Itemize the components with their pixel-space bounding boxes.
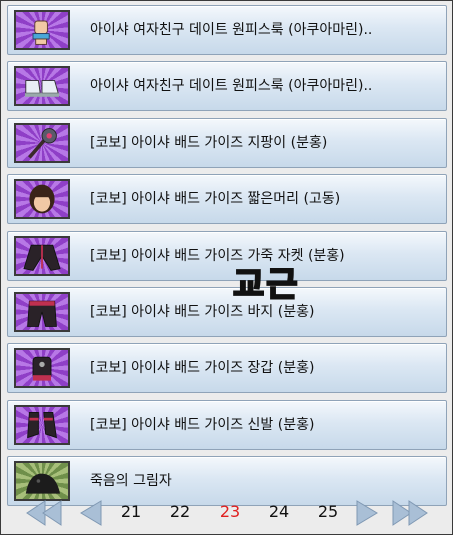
item-list-panel: 아이샤 여자친구 데이트 원피스룩 (아쿠아마린).. 아이샤 여자친구 데이트… (0, 0, 453, 535)
item-label: [코보] 아이샤 배드 가이즈 장갑 (분홍) (90, 360, 315, 377)
first-page-button[interactable] (23, 497, 63, 529)
list-item[interactable]: [코보] 아이샤 배드 가이즈 장갑 (분홍) (7, 343, 447, 394)
hair-icon (14, 179, 70, 220)
left-arrow-icon (80, 500, 102, 526)
page-25[interactable]: 25 (315, 502, 341, 521)
watermark-text: 교근 (232, 264, 300, 306)
list-item[interactable]: [코보] 아이샤 배드 가이즈 바지 (분홍) (7, 286, 447, 337)
item-list: 아이샤 여자친구 데이트 원피스룩 (아쿠아마린).. 아이샤 여자친구 데이트… (7, 5, 447, 513)
item-label: 아이샤 여자친구 데이트 원피스룩 (아쿠아마린).. (90, 22, 373, 38)
list-item[interactable]: 아이샤 여자친구 데이트 원피스룩 (아쿠아마린).. (7, 5, 447, 55)
next-page-button[interactable] (355, 497, 381, 529)
item-label: [코보] 아이샤 배드 가이즈 지팡이 (분홍) (90, 134, 328, 151)
page-21[interactable]: 21 (118, 502, 144, 521)
list-item[interactable]: [코보] 아이샤 배드 가이즈 지팡이 (분홍) (7, 117, 447, 168)
item-label: [코보] 아이샤 배드 가이즈 짧은머리 (고동) (90, 191, 341, 208)
staff-icon (14, 122, 70, 163)
page-22[interactable]: 22 (167, 502, 193, 521)
pants-icon (14, 291, 70, 332)
last-page-button[interactable] (391, 497, 431, 529)
page-23-current[interactable]: 23 (217, 502, 243, 521)
shoes-icon (14, 66, 70, 107)
page-24[interactable]: 24 (266, 502, 292, 521)
boots-icon (14, 404, 70, 445)
list-item[interactable]: 아이샤 여자친구 데이트 원피스룩 (아쿠아마린).. (7, 61, 447, 112)
gloves-icon (14, 348, 70, 389)
list-item[interactable]: [코보] 아이샤 배드 가이즈 가죽 자켓 (분홍) (7, 230, 447, 281)
right-arrow-icon (356, 500, 378, 526)
list-item[interactable]: [코보] 아이샤 배드 가이즈 신발 (분홍) (7, 399, 447, 450)
jacket-icon (14, 235, 70, 276)
list-item[interactable]: [코보] 아이샤 배드 가이즈 짧은머리 (고동) (7, 174, 447, 225)
item-label: [코보] 아이샤 배드 가이즈 가죽 자켓 (분홍) (90, 247, 345, 264)
double-left-arrow-icon (26, 500, 62, 526)
prev-page-button[interactable] (77, 497, 103, 529)
hand-icon (14, 10, 70, 50)
item-label: [코보] 아이샤 배드 가이즈 신발 (분홍) (90, 416, 315, 433)
item-label: 아이샤 여자친구 데이트 원피스룩 (아쿠아마린).. (90, 78, 373, 95)
double-right-arrow-icon (392, 500, 428, 526)
pagination: 21 22 23 24 25 (1, 491, 452, 535)
